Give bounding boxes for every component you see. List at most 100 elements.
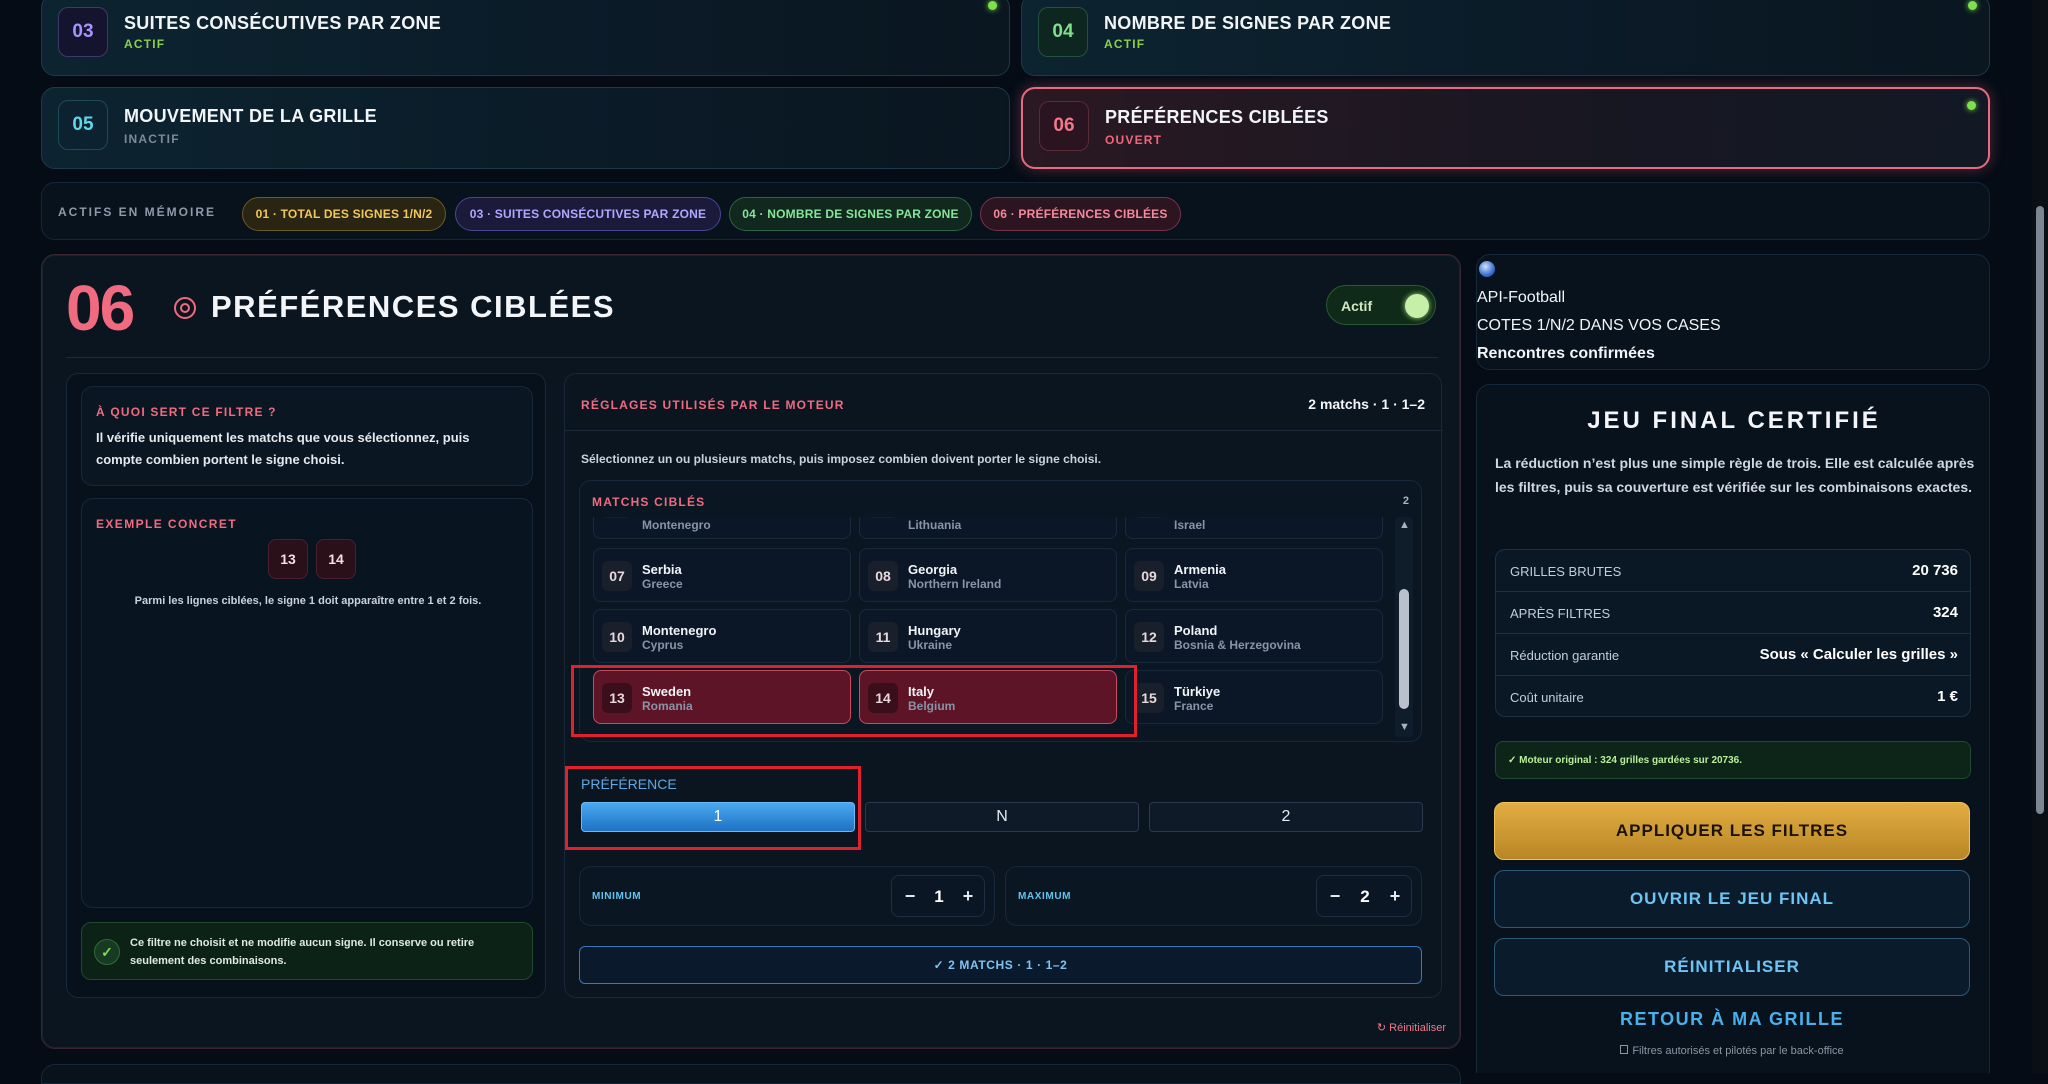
matches-heading: MATCHS CIBLÉS <box>592 495 706 509</box>
panel-title: PRÉFÉRENCES CIBLÉES <box>211 289 616 324</box>
help-heading: À QUOI SERT CE FILTRE ? <box>96 405 277 419</box>
footer-text: Filtres autorisés et pilotés par le back… <box>1632 1045 1844 1057</box>
match-item[interactable]: 04 Montenegro <box>593 517 851 539</box>
filter-title: NOMBRE DE SIGNES PAR ZONE <box>1104 13 1392 33</box>
example-box: EXEMPLE CONCRET 13 14 Parmi les lignes c… <box>81 498 533 908</box>
active-dot <box>1968 1 1977 10</box>
active-dot <box>988 1 997 10</box>
filter-number: 04 <box>1038 7 1088 57</box>
match-item[interactable]: 15 Türkiye France <box>1125 670 1383 724</box>
settings-description: Sélectionnez un ou plusieurs matchs, pui… <box>581 452 1102 466</box>
open-final-game-button[interactable]: OUVRIR LE JEU FINAL <box>1494 870 1970 928</box>
toggle-knob <box>1405 294 1429 318</box>
match-item[interactable]: 05 Lithuania <box>859 517 1117 539</box>
active-dot <box>1967 101 1976 110</box>
help-column: À QUOI SERT CE FILTRE ? Il vérifie uniqu… <box>66 373 546 998</box>
preference-option-2[interactable]: 2 <box>1149 802 1423 832</box>
panel-divider <box>66 357 1438 358</box>
final-title: JEU FINAL CERTIFIÉ <box>1587 407 1881 434</box>
engine-note: ✓ Moteur original : 324 grilles gardées … <box>1495 741 1971 779</box>
api-card: API-Football COTES 1/N/2 DANS VOS CASES … <box>1476 254 1990 370</box>
maximum-box: MAXIMUM − 2 + <box>1005 866 1422 926</box>
stat-row: Réduction garantie Sous « Calculer les gr… <box>1496 634 1970 676</box>
filter-card-06[interactable]: 06 PRÉFÉRENCES CIBLÉES OUVERT <box>1021 87 1990 169</box>
memory-pill-04[interactable]: 04 · NOMBRE DE SIGNES PAR ZONE <box>729 197 972 231</box>
check-icon: ✓ <box>94 939 120 965</box>
confirm-selection-button[interactable]: ✓ 2 MATCHS · 1 · 1–2 <box>579 946 1422 984</box>
memory-pill-06[interactable]: 06 · PRÉFÉRENCES CIBLÉES <box>980 197 1181 231</box>
shield-icon <box>1620 1045 1629 1054</box>
settings-summary: 2 matchs · 1 · 1–2 <box>1308 396 1425 412</box>
page-scrollbar[interactable] <box>2032 0 2048 1073</box>
scroll-thumb[interactable] <box>1399 589 1409 709</box>
help-text: Il vérifie uniquement les matchs que vou… <box>96 430 470 467</box>
note-text: Ce filtre ne choisit et ne modifie aucun… <box>130 937 475 967</box>
matches-count: 2 <box>1402 495 1409 507</box>
filter-title: PRÉFÉRENCES CIBLÉES <box>1105 107 1329 127</box>
example-chip: 13 <box>268 539 308 579</box>
stat-row: Coût unitaire 1 € <box>1510 688 1958 705</box>
match-item[interactable]: 12 Poland Bosnia & Herzegovina <box>1125 609 1383 663</box>
filter-panel: 06 PRÉFÉRENCES CIBLÉES Actif À QUOI SERT… <box>41 254 1461 1049</box>
matches-scrollbar[interactable]: ▲ ▼ <box>1395 517 1413 737</box>
memory-bar: ACTIFS EN MÉMOIRE 01 · TOTAL DES SIGNES … <box>41 182 1990 240</box>
panel-number: 06 <box>66 272 135 344</box>
memory-pill-01[interactable]: 01 · TOTAL DES SIGNES 1/N/2 <box>242 197 446 231</box>
stat-row: GRILLES BRUTES 20 736 <box>1496 550 1970 592</box>
filter-status: OUVERT <box>1105 133 1163 147</box>
maximum-increment-button[interactable]: + <box>1381 882 1409 910</box>
minimum-stepper: − 1 + <box>891 875 985 917</box>
globe-icon <box>1479 261 1495 277</box>
filter-number: 03 <box>58 7 108 57</box>
settings-heading: RÉGLAGES UTILISÉS PAR LE MOTEUR <box>581 398 845 412</box>
apply-filters-button[interactable]: APPLIQUER LES FILTRES <box>1494 802 1970 860</box>
next-panel-edge <box>41 1064 1461 1084</box>
match-item[interactable]: 09 Armenia Latvia <box>1125 548 1383 602</box>
back-to-grid-link[interactable]: RETOUR À MA GRILLE <box>1494 1009 1970 1030</box>
scroll-down-icon[interactable]: ▼ <box>1399 721 1410 733</box>
help-box: À QUOI SERT CE FILTRE ? Il vérifie uniqu… <box>81 386 533 486</box>
selection-highlight <box>571 665 1137 737</box>
example-text: Parmi les lignes ciblées, le signe 1 doi… <box>134 595 482 607</box>
filter-title: SUITES CONSÉCUTIVES PAR ZONE <box>124 13 442 33</box>
filter-number: 05 <box>58 100 108 150</box>
minimum-increment-button[interactable]: + <box>954 882 982 910</box>
match-item[interactable]: 10 Montenegro Cyprus <box>593 609 851 663</box>
minimum-value[interactable]: 1 <box>928 887 950 907</box>
stat-row: APRÈS FILTRES 324 <box>1496 592 1970 634</box>
reset-link[interactable]: ↻ Réinitialiser <box>1377 1021 1446 1034</box>
api-line2: Rencontres confirmées <box>1477 345 1655 362</box>
filter-title: MOUVEMENT DE LA GRILLE <box>124 106 377 126</box>
filter-card-03[interactable]: 03 SUITES CONSÉCUTIVES PAR ZONE ACTIF <box>41 0 1010 76</box>
api-line1: COTES 1/N/2 DANS VOS CASES <box>1477 317 1721 334</box>
scroll-up-icon[interactable]: ▲ <box>1399 519 1410 531</box>
match-item[interactable]: 06 Israel <box>1125 517 1383 539</box>
memory-label: ACTIFS EN MÉMOIRE <box>58 205 217 219</box>
filter-card-05[interactable]: 05 MOUVEMENT DE LA GRILLE INACTIF <box>41 87 1010 169</box>
page-scroll-thumb[interactable] <box>2036 206 2044 814</box>
filter-card-04[interactable]: 04 NOMBRE DE SIGNES PAR ZONE ACTIF <box>1021 0 1990 76</box>
example-chip: 14 <box>316 539 356 579</box>
maximum-value[interactable]: 2 <box>1353 887 1377 907</box>
info-note: ✓ Ce filtre ne choisit et ne modifie auc… <box>81 922 533 980</box>
final-description: La réduction n’est plus une simple règle… <box>1495 455 1975 495</box>
filter-status: ACTIF <box>124 37 166 51</box>
filter-status: ACTIF <box>1104 37 1146 51</box>
match-item[interactable]: 08 Georgia Northern Ireland <box>859 548 1117 602</box>
target-icon <box>174 297 196 319</box>
preference-option-N[interactable]: N <box>865 802 1139 832</box>
example-heading: EXEMPLE CONCRET <box>96 517 238 531</box>
filter-number: 06 <box>1039 101 1089 151</box>
maximum-label: MAXIMUM <box>1018 891 1072 902</box>
match-item[interactable]: 07 Serbia Greece <box>593 548 851 602</box>
minimum-decrement-button[interactable]: − <box>896 882 924 910</box>
maximum-decrement-button[interactable]: − <box>1321 882 1349 910</box>
reset-button[interactable]: RÉINITIALISER <box>1494 938 1970 996</box>
settings-column: RÉGLAGES UTILISÉS PAR LE MOTEUR 2 matchs… <box>564 373 1443 998</box>
api-name: API-Football <box>1477 289 1566 306</box>
match-item[interactable]: 11 Hungary Ukraine <box>859 609 1117 663</box>
footer-note: Filtres autorisés et pilotés par le back… <box>1494 1045 1970 1057</box>
memory-pill-03[interactable]: 03 · SUITES CONSÉCUTIVES PAR ZONE <box>455 197 721 231</box>
toggle-label: Actif <box>1341 298 1373 314</box>
active-toggle[interactable]: Actif <box>1326 285 1436 325</box>
